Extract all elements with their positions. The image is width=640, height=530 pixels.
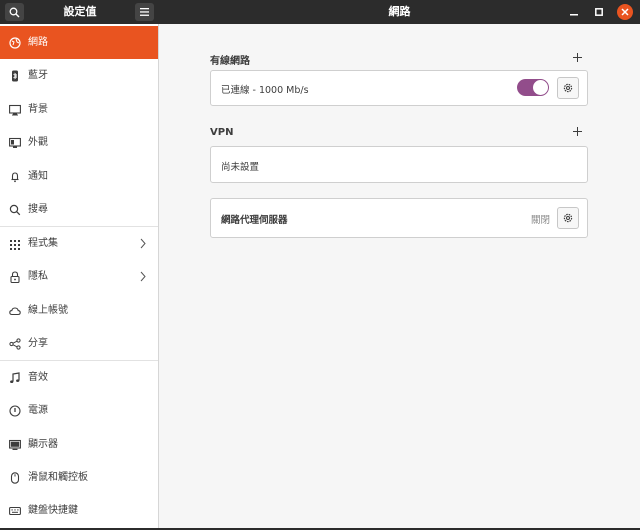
search-icon [9, 7, 20, 17]
sidebar-item-label: 滑鼠和觸控板 [28, 472, 88, 483]
gear-icon [563, 83, 573, 93]
sidebar-item-label: 通知 [28, 171, 48, 182]
sidebar-item-label: 程式集 [28, 238, 58, 249]
mouse-icon [8, 471, 21, 484]
maximize-button[interactable] [591, 4, 607, 20]
wired-status-text: 已連線 - 1000 Mb/s [221, 85, 309, 96]
vpn-list-frame: 尚未設置 [210, 146, 588, 183]
maximize-icon [595, 8, 603, 16]
minimize-button[interactable] [566, 4, 582, 20]
toggle-knob [533, 80, 548, 95]
sidebar-item-mouse-touchpad[interactable]: 滑鼠和觸控板 [0, 461, 158, 494]
sidebar-item-label: 外觀 [28, 137, 48, 148]
sidebar-item-label: 音效 [28, 372, 48, 383]
cloud-icon [8, 304, 21, 317]
sidebar-item-label: 網路 [28, 37, 48, 48]
proxy-row[interactable]: 網路代理伺服器 關閉 [210, 198, 588, 238]
sidebar-item-label: 線上帳號 [28, 305, 68, 316]
network-panel: 有線網路 已連線 - 1000 Mb/s VPN 尚未設置 網路代理伺服器 關閉 [159, 24, 640, 528]
sidebar-item-displays[interactable]: 顯示器 [0, 428, 158, 461]
bell-icon [8, 170, 21, 183]
proxy-status-text: 關閉 [531, 215, 551, 226]
network-icon [8, 36, 21, 49]
close-button[interactable] [617, 4, 633, 20]
sidebar-item-label: 鍵盤快捷鍵 [28, 505, 78, 516]
search-button[interactable] [5, 3, 24, 21]
monitor-icon [8, 438, 21, 451]
sidebar-item-label: 搜尋 [28, 204, 48, 215]
add-vpn-plus-icon[interactable] [572, 126, 583, 137]
background-icon [8, 103, 21, 116]
sidebar-item-label: 顯示器 [28, 439, 58, 450]
apps-grid-icon [8, 237, 21, 250]
share-icon [8, 337, 21, 350]
keyboard-icon [8, 504, 21, 517]
power-icon [8, 404, 21, 417]
gear-icon [563, 213, 573, 223]
sidebar-item-applications[interactable]: 程式集 [0, 227, 158, 260]
sidebar-item-label: 電源 [28, 405, 48, 416]
add-wired-plus-icon[interactable] [572, 52, 583, 63]
title-bar: 設定值 網路 [0, 0, 640, 24]
wired-toggle-switch[interactable] [517, 79, 549, 96]
sidebar-item-label: 藍牙 [28, 70, 48, 81]
minimize-icon [570, 14, 578, 16]
lock-icon [8, 270, 21, 283]
sidebar: 網路 藍牙 背景 外觀 通知 搜尋 程式集 隱私 線上帳號 分享 音效 電源 顯… [0, 24, 159, 528]
chevron-right-icon [140, 271, 146, 282]
music-note-icon [8, 371, 21, 384]
proxy-title: 網路代理伺服器 [221, 215, 288, 226]
sidebar-item-label: 分享 [28, 338, 48, 349]
bluetooth-icon [8, 69, 21, 82]
sidebar-item-label: 背景 [28, 104, 48, 115]
sidebar-item-online-accounts[interactable]: 線上帳號 [0, 294, 158, 327]
proxy-settings-button[interactable] [557, 207, 579, 229]
wired-connection-row: 已連線 - 1000 Mb/s [210, 70, 588, 106]
sidebar-item-keyboard-shortcuts[interactable]: 鍵盤快捷鍵 [0, 494, 158, 527]
sidebar-item-sharing[interactable]: 分享 [0, 327, 158, 360]
menu-button[interactable] [135, 3, 154, 21]
sidebar-item-appearance[interactable]: 外觀 [0, 126, 158, 159]
sidebar-item-sound[interactable]: 音效 [0, 361, 158, 394]
vpn-section-title: VPN [210, 127, 234, 138]
sidebar-item-search[interactable]: 搜尋 [0, 193, 158, 226]
sidebar-item-notifications[interactable]: 通知 [0, 160, 158, 193]
hamburger-icon [140, 8, 149, 16]
close-icon [621, 8, 629, 16]
sidebar-item-bluetooth[interactable]: 藍牙 [0, 59, 158, 92]
sidebar-item-background[interactable]: 背景 [0, 93, 158, 126]
sidebar-item-label: 隱私 [28, 271, 48, 282]
sidebar-item-power[interactable]: 電源 [0, 394, 158, 427]
sidebar-item-privacy[interactable]: 隱私 [0, 260, 158, 293]
search-icon [8, 203, 21, 216]
chevron-right-icon [140, 238, 146, 249]
sidebar-title: 設定值 [63, 5, 97, 18]
wired-section-title: 有線網路 [210, 56, 250, 67]
wired-settings-button[interactable] [557, 77, 579, 99]
appearance-icon [8, 136, 21, 149]
sidebar-item-network[interactable]: 網路 [0, 26, 158, 59]
vpn-empty-text: 尚未設置 [221, 162, 260, 173]
